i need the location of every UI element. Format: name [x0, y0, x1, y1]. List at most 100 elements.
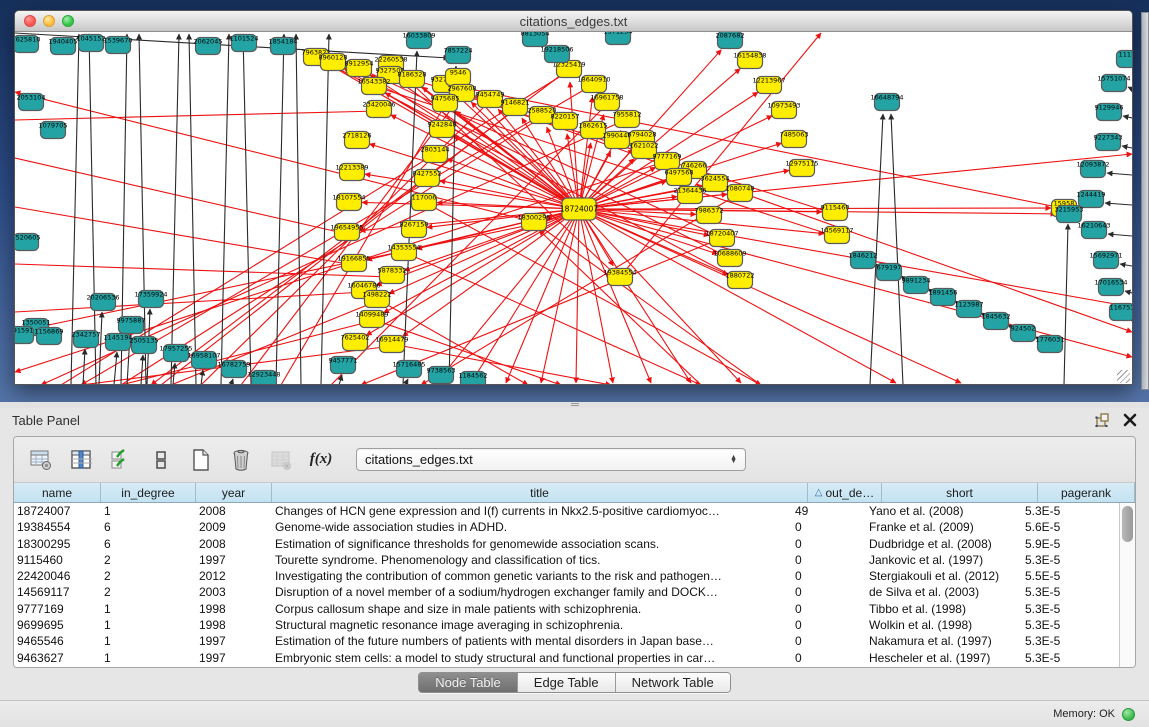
column-header-name[interactable]: name [14, 483, 101, 502]
table-cell: Dudbridge et al. (2008) [866, 536, 1022, 552]
table-row[interactable]: 946554611997Estimation of the future num… [14, 633, 1119, 649]
graph-node-label: 1184562 [459, 372, 488, 380]
table-cell: 18724007 [14, 503, 101, 519]
table-cell: 0 [792, 650, 866, 666]
network-window-title: citations_edges.txt [15, 14, 1132, 29]
close-window-button[interactable] [24, 15, 36, 27]
graph-node-label: 9115460 [821, 204, 850, 212]
table-cell: 1 [101, 503, 196, 519]
network-window-titlebar[interactable]: citations_edges.txt [15, 11, 1132, 32]
table-cell: 2008 [196, 503, 272, 519]
graph-node-label: 19654955 [330, 224, 363, 232]
row-height-icon[interactable] [148, 447, 174, 473]
table-cell: 1 [101, 650, 196, 666]
table-cell: 9699695 [14, 617, 101, 633]
table-selector-dropdown[interactable]: citations_edges.txt ▲▼ [356, 448, 746, 471]
table-cell: 22420046 [14, 568, 101, 584]
graph-node-label: 16154838 [733, 52, 766, 60]
memory-status-label: Memory: OK [1053, 708, 1115, 720]
column-header-out_de[interactable]: △out_de… [808, 483, 882, 502]
graph-node-label: 9546 [450, 69, 467, 77]
column-header-label: name [42, 486, 72, 500]
table-cell: 1997 [196, 552, 272, 568]
table-cell: 2 [101, 584, 196, 600]
background-scrollbar[interactable] [1141, 12, 1149, 390]
column-header-short[interactable]: short [882, 483, 1038, 502]
graph-node-label: 16958107 [187, 352, 220, 360]
table-cell: Nakamura et al. (1997) [866, 633, 1022, 649]
column-header-label: year [222, 486, 245, 500]
table-cell: 0 [792, 536, 866, 552]
create-column-icon[interactable] [188, 447, 214, 473]
function-builder-icon[interactable]: f(x) [308, 447, 334, 473]
graph-node-label: 12213389 [335, 164, 368, 172]
table-cell: 1997 [196, 633, 272, 649]
table-row[interactable]: 1830029562008Estimation of significance … [14, 536, 1119, 552]
table-cell: 0 [792, 568, 866, 584]
graph-node-label: 18107554 [332, 194, 365, 202]
table-cell: 6 [101, 519, 196, 535]
tab-network-table[interactable]: Network Table [616, 673, 730, 692]
table-cell: Estimation of the future numbers of pati… [272, 633, 792, 649]
table-row[interactable]: 946362711997Embryonic stem cells: a mode… [14, 650, 1119, 666]
table-mode-icon[interactable] [28, 447, 54, 473]
graph-node-label: 7485063 [780, 131, 809, 139]
table-cell: 5.9E-5 [1022, 536, 1119, 552]
table-cell: Hescheler et al. (1997) [866, 650, 1022, 666]
graph-node-label: 1862615 [579, 122, 608, 130]
tab-node-table[interactable]: Node Table [419, 673, 518, 692]
citation-network-graph[interactable]: 1872400779638228960128891295422260538932… [15, 32, 1132, 385]
float-panel-icon[interactable] [1094, 412, 1111, 429]
window-resize-grip[interactable] [1117, 370, 1130, 383]
graph-node-label: 1045152 [77, 35, 106, 43]
column-header-pagerank[interactable]: pagerank [1038, 483, 1135, 502]
table-row[interactable]: 977716911998Corpus callosum shape and si… [14, 601, 1119, 617]
graph-node-label: 9129946 [1095, 104, 1124, 112]
table-row[interactable]: 911546021997Tourette syndrome. Phenomeno… [14, 552, 1119, 568]
table-row[interactable]: 1456911722003Disruption of a novel membe… [14, 584, 1119, 600]
table-row[interactable]: 969969511998Structural magnetic resonanc… [14, 617, 1119, 633]
graph-node-label: 1101524 [230, 35, 259, 43]
table-cell: Yano et al. (2008) [866, 503, 1022, 519]
table-cell: 2012 [196, 568, 272, 584]
table-row[interactable]: 2242004622012Investigating the contribut… [14, 568, 1119, 584]
graph-node-label: 14099489 [355, 311, 388, 319]
graph-node-label: 1880722 [726, 272, 755, 280]
graph-node-label: 924502 [1011, 325, 1036, 333]
splitter-handle[interactable] [571, 403, 579, 407]
table-type-tabs: Node TableEdge TableNetwork Table [418, 672, 731, 693]
minimize-window-button[interactable] [43, 15, 55, 27]
graph-node-label: 19166855 [337, 255, 370, 263]
delete-column-icon[interactable] [228, 447, 254, 473]
graph-node-label: 1156869 [35, 328, 64, 336]
dropdown-stepper-icon: ▲▼ [730, 456, 737, 464]
table-cell: Changes of HCN gene expression and I(f) … [272, 503, 792, 519]
graph-node-label: 1123987 [955, 301, 984, 309]
column-header-in_degree[interactable]: in_degree [101, 483, 196, 502]
close-panel-icon[interactable] [1123, 413, 1137, 427]
table-cell: 5.3E-5 [1022, 650, 1119, 666]
graph-node-label: 10688609 [713, 250, 746, 258]
tab-edge-table[interactable]: Edge Table [518, 673, 616, 692]
zoom-window-button[interactable] [62, 15, 74, 27]
scrollbar-thumb[interactable] [1122, 506, 1133, 542]
graph-node-label: 2062045 [194, 38, 223, 46]
table-panel: Table Panel [0, 408, 1149, 727]
graph-node-label: 7986372 [695, 207, 724, 215]
table-cell: 0 [792, 552, 866, 568]
column-header-year[interactable]: year [196, 483, 272, 502]
table-vertical-scrollbar[interactable] [1119, 503, 1135, 667]
delete-table-icon[interactable] [268, 447, 294, 473]
column-header-title[interactable]: title [272, 483, 808, 502]
table-row[interactable]: 1872400712008Changes of HCN gene express… [14, 503, 1119, 519]
graph-node-label: 1244419 [1077, 191, 1106, 199]
graph-node-label: 116753 [1110, 304, 1132, 312]
graph-node-label: 2053104 [17, 94, 46, 102]
network-canvas[interactable]: 1872400779638228960128891295422260538932… [15, 32, 1132, 385]
table-row[interactable]: 1938455462009Genome-wide association stu… [14, 519, 1119, 535]
graph-node-label: 18300295 [517, 214, 550, 222]
graph-node-label: 1498222 [363, 291, 392, 299]
graph-node-label: 1940405 [49, 38, 78, 46]
select-all-columns-icon[interactable] [108, 447, 134, 473]
show-columns-icon[interactable] [68, 447, 94, 473]
